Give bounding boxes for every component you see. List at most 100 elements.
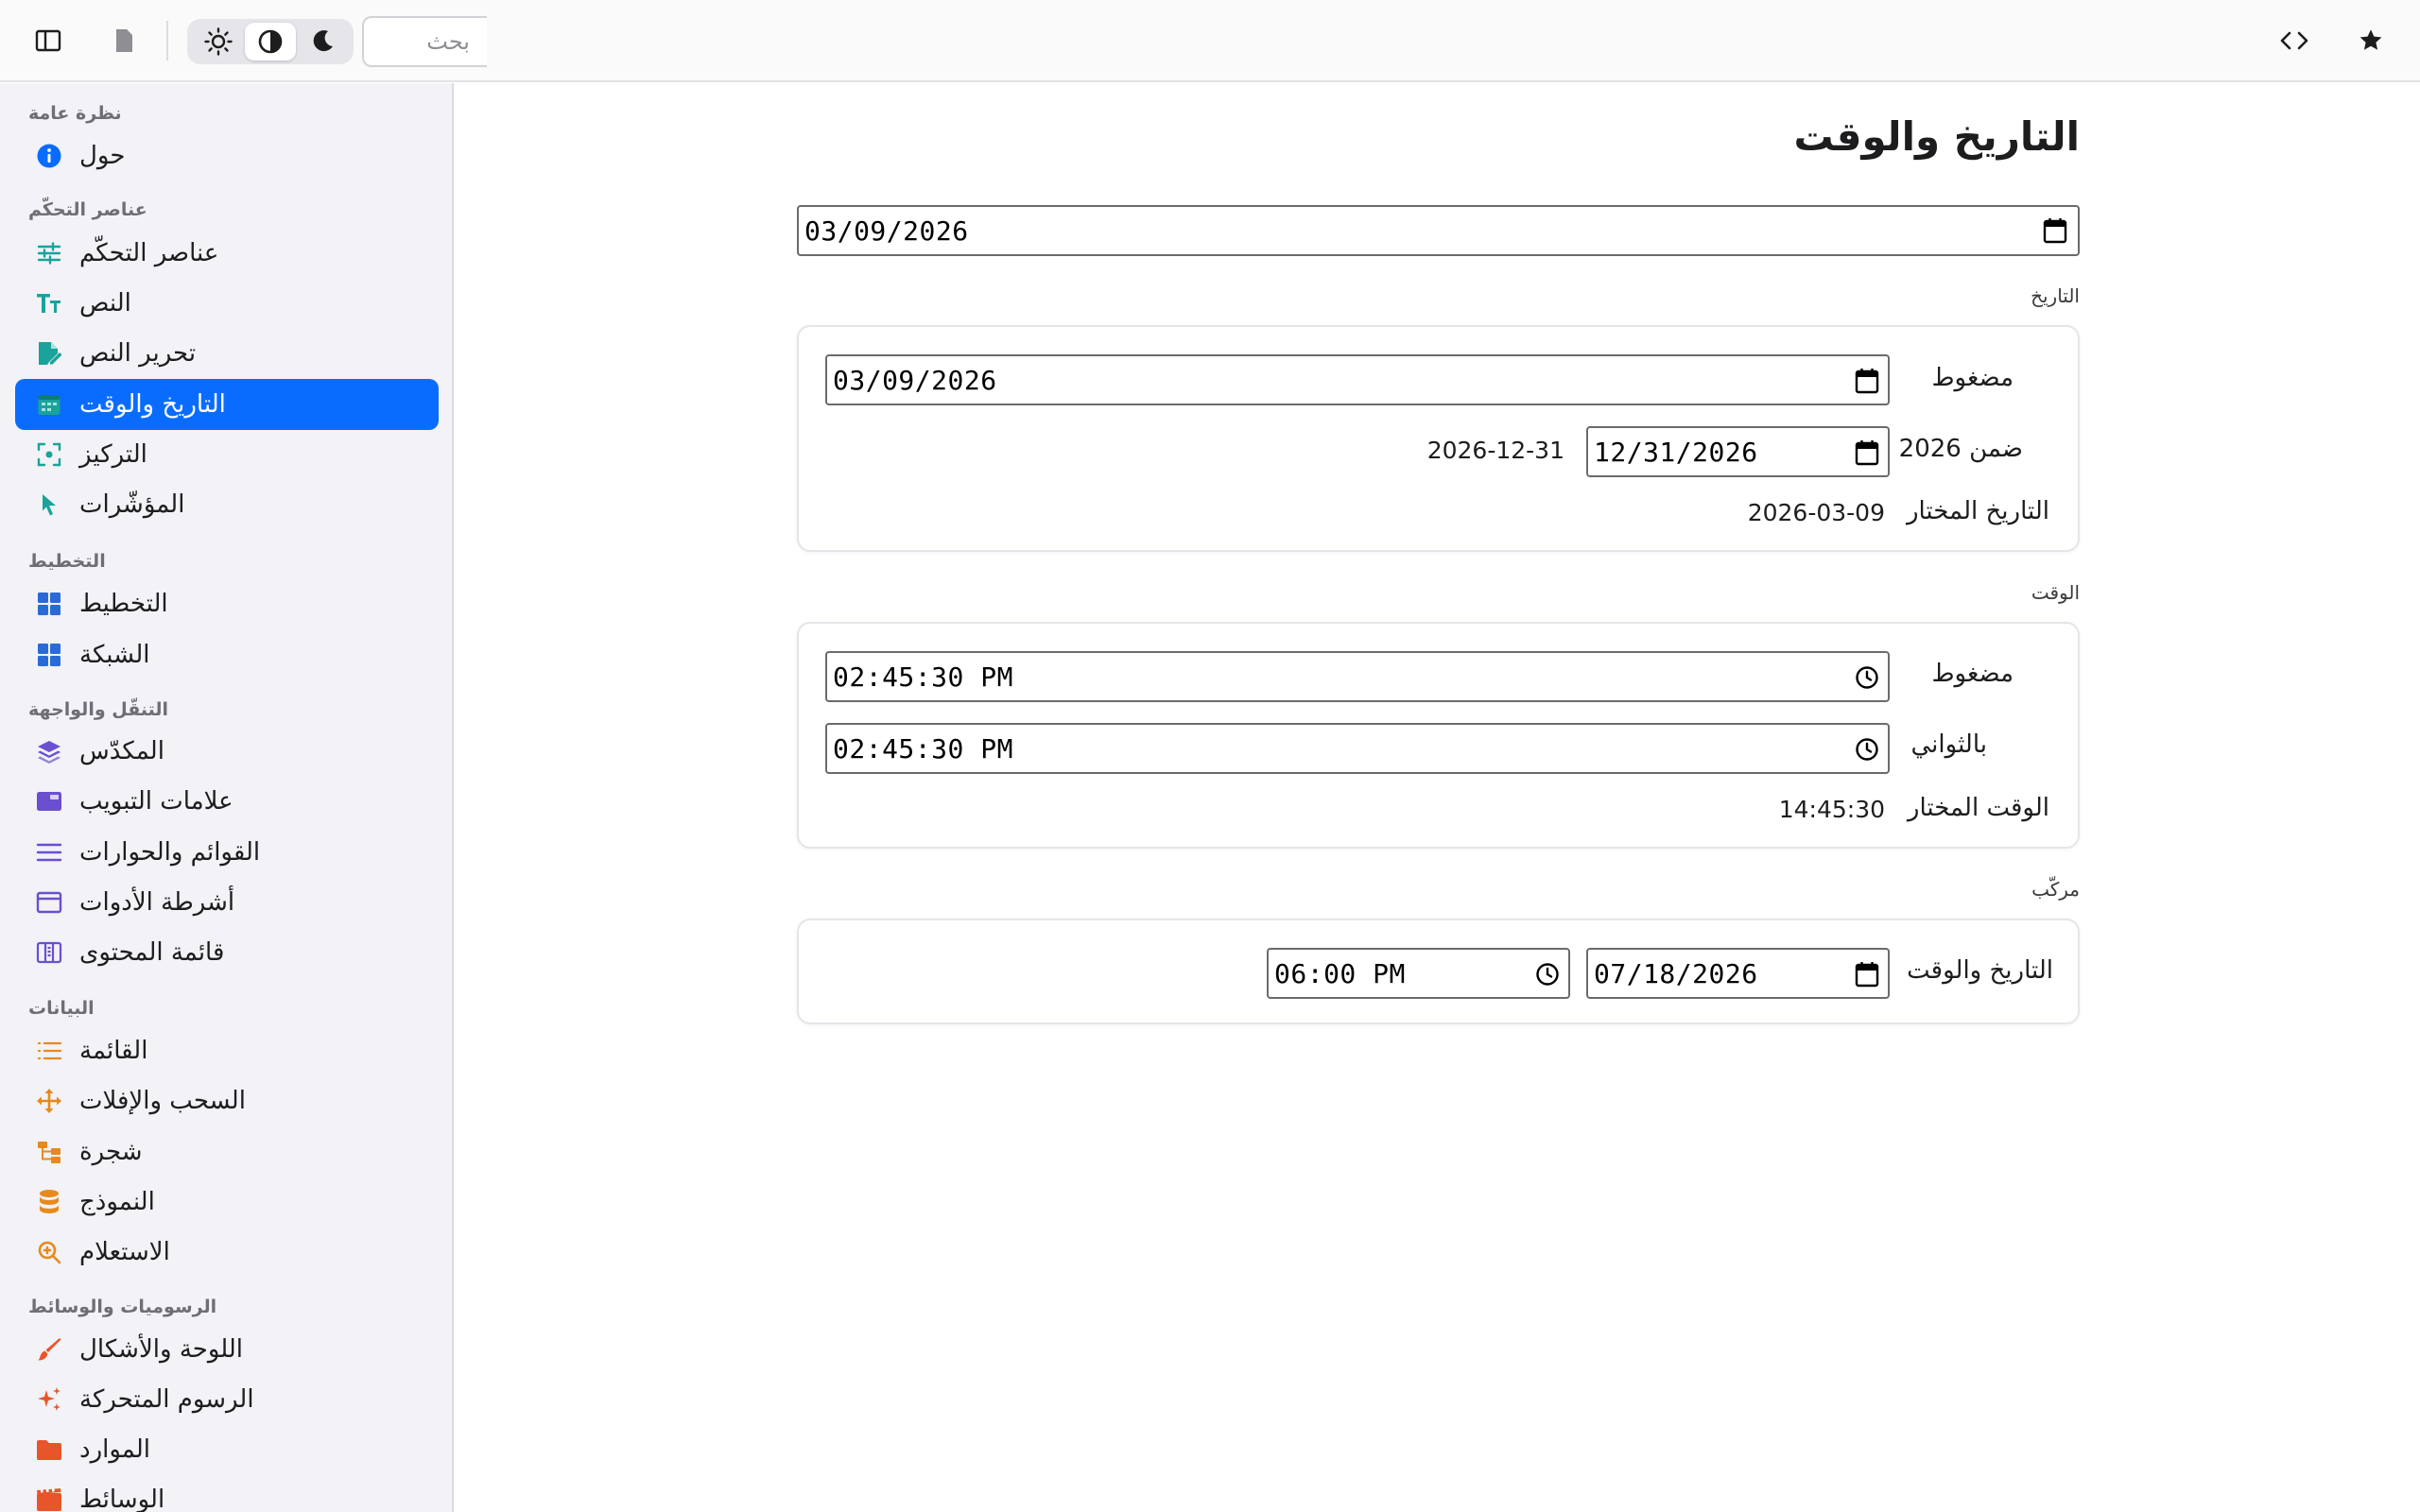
calendar-icon[interactable] [1854, 439, 1880, 466]
theme-switcher [187, 19, 354, 64]
selected-date-value: 2026-03-09 [1747, 499, 1885, 526]
date-value: 03/09/2026 [833, 365, 997, 396]
code-icon[interactable] [2273, 19, 2316, 62]
sidebar-section-layout: التخطيط [28, 551, 106, 572]
sidebar-item-label: النموذج [79, 1188, 155, 1216]
sidebar-item-label: الموارد [79, 1435, 150, 1464]
date-picker-main[interactable]: 03/09/2026 [797, 205, 2080, 256]
sidebar-section-overview: نظرة عامة [28, 103, 122, 124]
sun-icon[interactable] [193, 23, 244, 60]
toolbar-divider [166, 21, 168, 60]
grid-icon [34, 640, 64, 670]
star-icon[interactable] [2349, 19, 2393, 62]
focus-icon [34, 439, 64, 470]
sidebar-toggle-icon[interactable] [26, 19, 70, 62]
sidebar-item-tree[interactable]: شجرة [15, 1126, 439, 1177]
brush-icon [34, 1334, 64, 1365]
sidebar-item-label: التاريخ والوقت [79, 390, 226, 419]
sidebar-item-date-time[interactable]: التاريخ والوقت [15, 379, 439, 430]
sidebar-item-animations[interactable]: الرسوم المتحركة [15, 1374, 439, 1425]
compact-date-picker[interactable]: 03/09/2026 [825, 354, 1890, 405]
date-card: مضغوط 03/09/2026 ضمن 2026 12/31/2026 202… [797, 325, 2080, 552]
selected-date-label: التاريخ المختار [1906, 497, 2049, 525]
sidebar-item-list[interactable]: القائمة [15, 1025, 439, 1076]
toolbar [0, 0, 2420, 82]
sidebar-item-label: التركيز [79, 440, 147, 469]
sidebar-item-label: الوسائط [79, 1486, 165, 1512]
search-input[interactable] [364, 18, 487, 65]
selected-time-value: 14:45:30 [1778, 796, 1885, 823]
seconds-time-picker[interactable]: 02:45:30 PM [825, 723, 1890, 774]
combined-date-picker[interactable]: 07/18/2026 [1586, 948, 1890, 999]
within-year-date-picker[interactable]: 12/31/2026 [1586, 426, 1890, 477]
sidebar-item-label: قائمة المحتوى [79, 938, 225, 967]
sidebar-item-controls[interactable]: عناصر التحكّم [15, 228, 439, 279]
sidebar-item-menus-dialogs[interactable]: القوائم والحوارات [15, 827, 439, 878]
sidebar-item-toolbars[interactable]: أشرطة الأدوات [15, 877, 439, 928]
sidebar-item-pointers[interactable]: المؤشّرات [15, 479, 439, 530]
calendar-icon[interactable] [1854, 368, 1880, 394]
grid-icon [34, 589, 64, 619]
sidebar-item-content-list[interactable]: قائمة المحتوى [15, 927, 439, 978]
sidebar-item-canvas-shapes[interactable]: اللوحة والأشكال [15, 1324, 439, 1375]
search-field[interactable] [362, 16, 487, 67]
tabs-icon [34, 786, 64, 816]
calendar-icon[interactable] [1854, 961, 1880, 988]
sidebar-item-focus[interactable]: التركيز [15, 429, 439, 480]
pointer-icon [34, 490, 64, 520]
combined-time-picker[interactable]: 06:00 PM [1267, 948, 1570, 999]
sidebar-section-data: البيانات [28, 998, 95, 1019]
sidebar-item-label: السحب والإفلات [79, 1087, 246, 1115]
contrast-icon[interactable] [245, 23, 296, 60]
time-value: 02:45:30 PM [833, 733, 1013, 765]
clock-icon[interactable] [1854, 736, 1880, 763]
sidebar-item-about[interactable]: حول [15, 130, 439, 181]
clock-icon[interactable] [1534, 961, 1561, 988]
sidebar-item-label: شجرة [79, 1138, 143, 1166]
folder-icon [34, 1435, 64, 1465]
sidebar-item-label: النص [79, 289, 131, 318]
sidebar-item-label: القائمة [79, 1037, 148, 1065]
calendar-icon [34, 389, 64, 420]
sidebar-item-model[interactable]: النموذج [15, 1177, 439, 1228]
document-icon[interactable] [102, 19, 146, 62]
date-section-label: التاريخ [2031, 284, 2080, 307]
sidebar-item-label: الاستعلام [79, 1238, 170, 1266]
compact-date-label: مضغوط [1931, 364, 2014, 392]
sidebar-item-stack[interactable]: المكدّس [15, 726, 439, 777]
sidebar-section-controls: عناصر التحكّم [28, 199, 147, 220]
date-value: 12/31/2026 [1594, 437, 1758, 468]
sidebar-item-label: القوائم والحوارات [79, 838, 261, 867]
move-icon [34, 1086, 64, 1116]
sidebar-item-tabs[interactable]: علامات التبويب [15, 776, 439, 827]
sidebar-item-label: التخطيط [79, 590, 168, 618]
menu-icon [34, 837, 64, 868]
sidebar-item-text[interactable]: النص [15, 278, 439, 329]
sidebar-item-query[interactable]: الاستعلام [15, 1227, 439, 1278]
sidebar-item-drag-drop[interactable]: السحب والإفلات [15, 1075, 439, 1126]
sidebar-section-navigation: التنقّل والواجهة [28, 699, 169, 720]
moon-icon[interactable] [297, 23, 348, 60]
tree-icon [34, 1137, 64, 1167]
sidebar-section-graphics: الرسوميات والوسائط [28, 1297, 217, 1317]
sidebar-item-label: الشبكة [79, 641, 150, 669]
sidebar-item-text-editing[interactable]: تحرير النص [15, 328, 439, 379]
sidebar-item-label: أشرطة الأدوات [79, 888, 235, 917]
edit-document-icon [34, 338, 64, 369]
sidebar-item-layout[interactable]: التخطيط [15, 578, 439, 629]
database-icon [34, 1187, 64, 1217]
sidebar-item-grid[interactable]: الشبكة [15, 629, 439, 680]
compact-time-picker[interactable]: 02:45:30 PM [825, 651, 1890, 702]
sidebar-item-label: عناصر التحكّم [79, 239, 219, 267]
calendar-icon[interactable] [2042, 217, 2068, 244]
film-icon [34, 1485, 64, 1512]
time-value: 02:45:30 PM [833, 662, 1013, 693]
compact-time-label: مضغوط [1931, 660, 2014, 688]
sidebar-item-label: علامات التبويب [79, 787, 233, 816]
sidebar-item-resources[interactable]: الموارد [15, 1424, 439, 1475]
sidebar-item-media[interactable]: الوسائط [15, 1474, 439, 1512]
stack-icon [34, 736, 64, 766]
sidebar: نظرة عامة حول عناصر التحكّم عناصر التحكّ… [0, 83, 454, 1512]
columns-icon [34, 937, 64, 968]
clock-icon[interactable] [1854, 664, 1880, 691]
